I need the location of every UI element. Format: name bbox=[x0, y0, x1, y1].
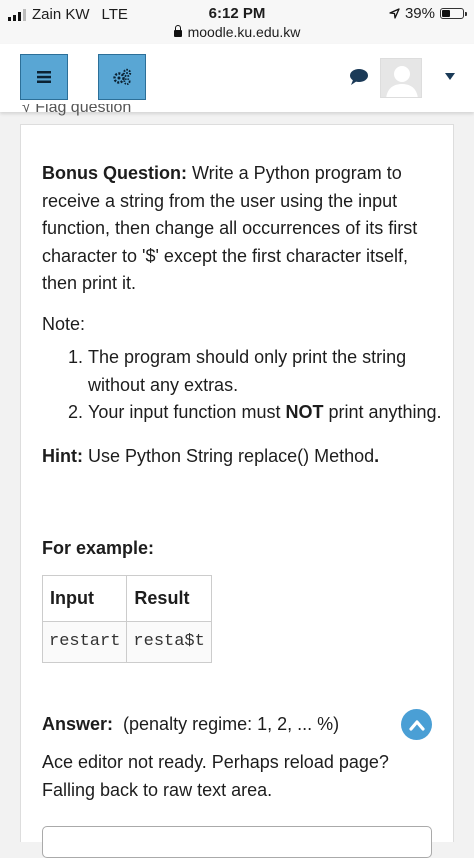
table-cell: resta$t bbox=[126, 621, 212, 663]
answer-textarea[interactable] bbox=[42, 826, 432, 858]
user-avatar[interactable] bbox=[380, 58, 422, 98]
lock-icon bbox=[173, 25, 182, 37]
hint-label: Hint: bbox=[42, 445, 83, 466]
status-bar: Zain KW LTE 6:12 PM moodle.ku.edu.kw 39% bbox=[0, 0, 474, 44]
chevron-up-icon bbox=[408, 719, 425, 731]
list-item: The program should only print the string… bbox=[88, 344, 442, 399]
penalty-regime: (penalty regime: 1, 2, ... %) bbox=[123, 713, 340, 734]
user-menu-chevron-down-icon[interactable] bbox=[445, 73, 455, 80]
bonus-label: Bonus Question: bbox=[42, 163, 187, 183]
address-bar[interactable]: moodle.ku.edu.kw bbox=[0, 24, 474, 40]
note-list: The program should only print the string… bbox=[42, 344, 442, 427]
battery-percent: 39% bbox=[404, 5, 435, 22]
messages-icon[interactable] bbox=[349, 68, 369, 86]
example-label: For example: bbox=[42, 538, 155, 558]
list-item: Your input function must NOT print anyth… bbox=[88, 399, 442, 427]
example-table: Input Result restart resta$t bbox=[41, 574, 212, 663]
location-arrow-icon bbox=[389, 8, 400, 19]
bonus-question-paragraph: Bonus Question: Write a Python program t… bbox=[42, 160, 442, 298]
hint-text: Use Python String replace() Method bbox=[82, 445, 375, 466]
gears-icon bbox=[113, 68, 132, 85]
back-to-top-button[interactable] bbox=[401, 709, 432, 740]
answer-label: Answer: bbox=[42, 713, 114, 734]
table-row: restart resta$t bbox=[41, 621, 212, 663]
table-header: Result bbox=[126, 574, 212, 622]
answer-line: Answer: (penalty regime: 1, 2, ... %) bbox=[42, 711, 442, 739]
hamburger-menu-button[interactable] bbox=[20, 54, 68, 100]
hamburger-icon bbox=[37, 71, 51, 83]
list-item-emphasis: NOT bbox=[285, 402, 324, 422]
battery-icon bbox=[440, 8, 467, 19]
question-text: Bonus Question: Write a Python program t… bbox=[41, 160, 442, 804]
battery-info: 39% bbox=[389, 5, 467, 22]
flag-icon: √ bbox=[22, 104, 36, 116]
ace-editor-message: Ace editor not ready. Perhaps reload pag… bbox=[42, 752, 389, 800]
hint-end: . bbox=[374, 445, 380, 466]
list-item-text: Your input function must bbox=[88, 402, 286, 422]
user-silhouette-icon bbox=[381, 59, 421, 97]
url-text: moodle.ku.edu.kw bbox=[187, 24, 301, 40]
list-item-text-end: print anything. bbox=[323, 402, 442, 422]
battery-fill bbox=[442, 10, 450, 17]
table-cell: restart bbox=[41, 621, 128, 663]
settings-button[interactable] bbox=[98, 54, 146, 100]
table-header: Input bbox=[41, 574, 128, 622]
table-header-row: Input Result bbox=[41, 574, 212, 622]
flag-question-link[interactable]: √ Flag question bbox=[22, 104, 131, 118]
note-label: Note: bbox=[42, 313, 86, 334]
hint-paragraph: Hint: Use Python String replace() Method… bbox=[42, 443, 442, 471]
flag-question-label: Flag question bbox=[35, 104, 132, 116]
